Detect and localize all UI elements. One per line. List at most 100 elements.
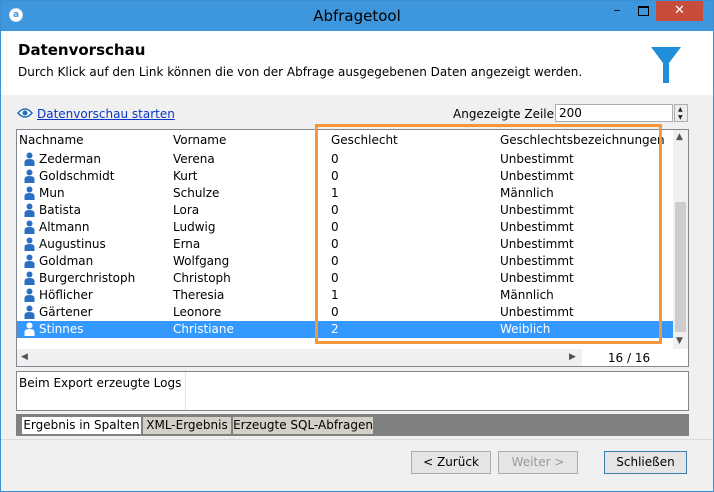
column-header-bezeichnung[interactable]: Geschlechtsbezeichnungen xyxy=(500,133,665,147)
next-button[interactable]: Weiter > xyxy=(498,451,578,474)
cell-nachname: Augustinus xyxy=(39,237,106,251)
person-icon xyxy=(24,322,35,336)
cell-geschlecht: 0 xyxy=(331,152,339,166)
scroll-up-icon[interactable]: ▲ xyxy=(676,132,683,142)
cell-geschlecht: 1 xyxy=(331,288,339,302)
cell-vorname: Leonore xyxy=(173,305,222,319)
cell-geschlecht: 0 xyxy=(331,169,339,183)
scroll-left-icon[interactable]: ◀ xyxy=(21,352,28,362)
person-icon xyxy=(24,220,35,234)
table-row[interactable]: Batista Lora 0 Unbestimmt xyxy=(17,202,673,219)
tab-xml-ergebnis[interactable]: XML-Ergebnis xyxy=(143,417,231,434)
column-header-nachname[interactable]: Nachname xyxy=(19,133,84,147)
cell-vorname: Lora xyxy=(173,203,200,217)
table-row[interactable]: Zederman Verena 0 Unbestimmt xyxy=(17,151,673,168)
person-icon xyxy=(24,237,35,251)
person-icon xyxy=(24,203,35,217)
row-counter: 16 / 16 xyxy=(607,351,651,365)
scroll-down-icon[interactable]: ▼ xyxy=(676,336,683,346)
table-row[interactable]: Goldschmidt Kurt 0 Unbestimmt xyxy=(17,168,673,185)
minimize-button[interactable]: – xyxy=(604,1,630,21)
vertical-scrollbar[interactable]: ▲ ▼ xyxy=(673,130,688,349)
page-description: Durch Klick auf den Link können die von … xyxy=(18,65,583,79)
table-row[interactable]: Augustinus Erna 0 Unbestimmt xyxy=(17,236,673,253)
cell-bezeichnung: Unbestimmt xyxy=(500,152,574,166)
table-row[interactable]: Mun Schulze 1 Männlich xyxy=(17,185,673,202)
funnel-icon xyxy=(651,47,681,83)
header-panel: Datenvorschau Durch Klick auf den Link k… xyxy=(1,31,713,95)
person-icon xyxy=(24,288,35,302)
cell-geschlecht: 1 xyxy=(331,186,339,200)
cell-vorname: Erna xyxy=(173,237,201,251)
footer-divider xyxy=(1,439,713,440)
cell-bezeichnung: Unbestimmt xyxy=(500,237,574,251)
column-header-geschlecht[interactable]: Geschlecht xyxy=(331,133,398,147)
close-button[interactable]: ✕ xyxy=(656,1,703,21)
person-icon xyxy=(24,254,35,268)
cell-bezeichnung: Unbestimmt xyxy=(500,271,574,285)
cell-nachname: Stinnes xyxy=(39,322,84,336)
spin-down-icon[interactable]: ▼ xyxy=(678,115,683,121)
table-row[interactable]: Höflicher Theresia 1 Männlich xyxy=(17,287,673,304)
table-row[interactable]: Burgerchristoph Christoph 0 Unbestimmt xyxy=(17,270,673,287)
scroll-thumb[interactable] xyxy=(675,202,686,332)
cell-nachname: Goldschmidt xyxy=(39,169,115,183)
table-row[interactable]: Goldman Wolfgang 0 Unbestimmt xyxy=(17,253,673,270)
logs-panel: Beim Export erzeugte Logs xyxy=(16,371,689,411)
tab-sql-abfragen[interactable]: Erzeugte SQL-Abfragen xyxy=(233,417,373,434)
cell-vorname: Kurt xyxy=(173,169,198,183)
person-icon xyxy=(24,186,35,200)
tab-ergebnis-in-spalten[interactable]: Ergebnis in Spalten xyxy=(22,417,141,434)
cell-bezeichnung: Weiblich xyxy=(500,322,551,336)
cell-bezeichnung: Unbestimmt xyxy=(500,203,574,217)
dialog-window: a Abfragetool – ✕ Datenvorschau Durch Kl… xyxy=(0,0,714,492)
cell-nachname: Goldman xyxy=(39,254,94,268)
logs-divider xyxy=(185,372,186,410)
cell-geschlecht: 0 xyxy=(331,220,339,234)
cell-nachname: Altmann xyxy=(39,220,90,234)
cell-vorname: Christiane xyxy=(173,322,234,336)
cell-geschlecht: 0 xyxy=(331,237,339,251)
cell-bezeichnung: Unbestimmt xyxy=(500,169,574,183)
column-header-vorname[interactable]: Vorname xyxy=(173,133,226,147)
cell-vorname: Wolfgang xyxy=(173,254,230,268)
result-grid[interactable]: Nachname Vorname Geschlecht Geschlechtsb… xyxy=(16,129,689,367)
tab-bar: Ergebnis in Spalten XML-Ergebnis Erzeugt… xyxy=(16,414,689,436)
rows-input[interactable] xyxy=(555,104,673,122)
cell-vorname: Christoph xyxy=(173,271,231,285)
cell-nachname: Zederman xyxy=(39,152,101,166)
cell-vorname: Theresia xyxy=(173,288,225,302)
cell-vorname: Ludwig xyxy=(173,220,216,234)
cell-nachname: Burgerchristoph xyxy=(39,271,136,285)
cell-vorname: Verena xyxy=(173,152,215,166)
cell-bezeichnung: Männlich xyxy=(500,186,554,200)
cell-geschlecht: 0 xyxy=(331,203,339,217)
cell-vorname: Schulze xyxy=(173,186,220,200)
page-title: Datenvorschau xyxy=(18,41,146,59)
cell-bezeichnung: Unbestimmt xyxy=(500,254,574,268)
horizontal-scrollbar[interactable]: ◀ ▶ xyxy=(17,349,582,366)
person-icon xyxy=(24,152,35,166)
cell-bezeichnung: Männlich xyxy=(500,288,554,302)
cell-bezeichnung: Unbestimmt xyxy=(500,220,574,234)
maximize-button[interactable] xyxy=(630,1,656,21)
table-row[interactable]: Altmann Ludwig 0 Unbestimmt xyxy=(17,219,673,236)
back-button[interactable]: < Zurück xyxy=(411,451,491,474)
start-preview-link[interactable]: Datenvorschau starten xyxy=(37,107,175,121)
cell-geschlecht: 2 xyxy=(331,322,339,336)
cell-nachname: Gärtener xyxy=(39,305,93,319)
table-row[interactable]: Stinnes Christiane 2 Weiblich xyxy=(17,321,673,338)
logs-label: Beim Export erzeugte Logs xyxy=(19,376,182,390)
table-row[interactable]: Gärtener Leonore 0 Unbestimmt xyxy=(17,304,673,321)
rows-spinner[interactable]: ▲ ▼ xyxy=(674,104,688,122)
close-dialog-button[interactable]: Schließen xyxy=(604,451,687,474)
eye-icon[interactable] xyxy=(17,107,33,119)
person-icon xyxy=(24,305,35,319)
spin-up-icon[interactable]: ▲ xyxy=(678,107,683,113)
cell-nachname: Höflicher xyxy=(39,288,93,302)
person-icon xyxy=(24,271,35,285)
cell-geschlecht: 0 xyxy=(331,271,339,285)
rows-label: Angezeigte Zeilen: xyxy=(453,107,566,121)
scroll-right-icon[interactable]: ▶ xyxy=(569,352,576,362)
title-bar[interactable]: a Abfragetool – ✕ xyxy=(1,1,713,31)
